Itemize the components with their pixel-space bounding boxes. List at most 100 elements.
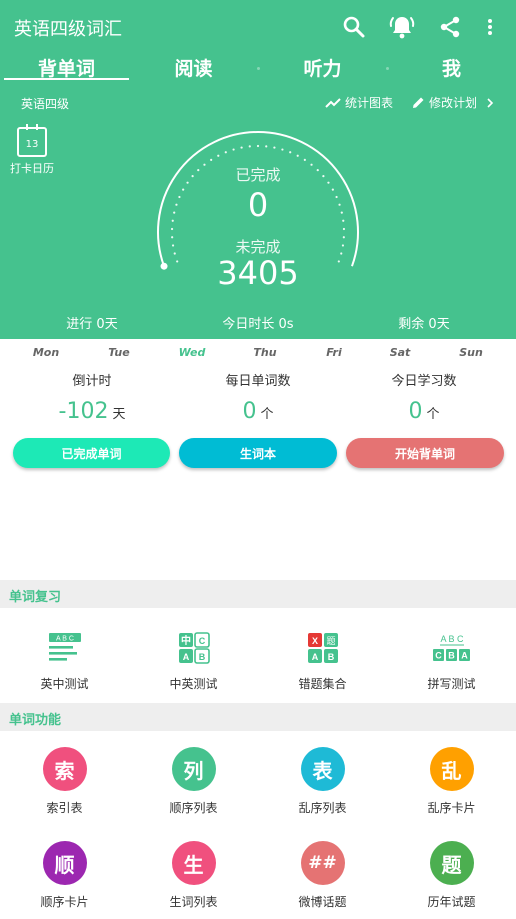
gauge-tick	[303, 158, 306, 161]
calendar-icon: 13	[17, 124, 47, 157]
gauge-tick	[281, 148, 284, 151]
tile-char: X	[311, 636, 317, 646]
review-mistakes[interactable]: X 题 A B 错题集合	[258, 631, 387, 692]
tab-separator	[386, 67, 389, 70]
level-label: 英语四级	[21, 97, 70, 111]
gauge-tick	[232, 148, 235, 151]
stats-chart-link[interactable]: 统计图表	[325, 94, 393, 111]
tile-char: B	[327, 652, 334, 662]
func-sequential-list[interactable]: 列 顺序列表	[129, 747, 258, 816]
start-learning-button[interactable]: 开始背单词	[346, 438, 504, 468]
review-label: 英中测试	[40, 677, 89, 691]
func-label: 乱序列表	[298, 801, 347, 815]
func-random-list[interactable]: 表 乱序列表	[258, 747, 387, 816]
tile-char: A	[461, 651, 468, 661]
tile-char: 中	[181, 634, 191, 647]
trend-chart-icon	[325, 97, 341, 108]
metric-unit: 天	[112, 407, 126, 422]
func-label: 生词列表	[169, 895, 218, 909]
tile-char: A	[182, 652, 189, 662]
gauge-tick	[217, 154, 220, 157]
todo-value: 3405	[217, 254, 299, 292]
metric-value: 0	[242, 399, 257, 424]
stat-remaining-days: 剩余 0天	[398, 317, 450, 332]
day-tue: Tue	[108, 346, 130, 359]
day-sat: Sat	[389, 346, 411, 359]
func-label: 乱序卡片	[427, 801, 476, 815]
metric-value-wrap: -102 天	[6, 399, 178, 424]
mistake-grid-icon: X 题 A B	[258, 631, 387, 665]
review-spelling[interactable]: A B C C B A 拼写测试	[387, 631, 516, 692]
func-label: 历年试题	[427, 895, 476, 909]
completed-words-button[interactable]: 已完成单词	[13, 438, 170, 468]
func-label: 顺序列表	[169, 801, 218, 815]
tile-text: A B C	[440, 634, 464, 644]
done-label: 已完成	[235, 166, 281, 184]
func-weibo-topic[interactable]: ## 微博话题	[258, 841, 387, 910]
review-label: 错题集合	[298, 677, 347, 691]
list-circle-icon: 列	[171, 747, 216, 791]
func-random-cards[interactable]: 乱 乱序卡片	[387, 747, 516, 816]
review-label: 中英测试	[169, 677, 218, 691]
exam-circle-icon: 题	[429, 841, 474, 885]
tab-indicator	[4, 78, 129, 80]
sub-header: 英语四级 统计图表 修改计划	[0, 92, 516, 112]
tab-separator	[257, 67, 260, 70]
stat-today-duration: 今日时长 0s	[222, 317, 294, 332]
gauge-tick	[256, 144, 260, 148]
tile-char: B	[198, 652, 205, 662]
metric-value: -102	[58, 399, 109, 424]
day-thu: Thu	[253, 346, 277, 359]
metric-label: 每日单词数	[225, 374, 291, 389]
share-icon[interactable]	[435, 12, 465, 42]
calendar-day: 13	[25, 138, 39, 150]
gauge-tick	[170, 227, 174, 231]
tile-text: A B C	[56, 636, 74, 643]
alarm-bell-icon[interactable]	[387, 12, 417, 42]
metric-value: 0	[408, 399, 423, 424]
hashtag-circle-icon: ##	[300, 841, 345, 885]
done-value: 0	[247, 186, 269, 224]
vocab-book-button[interactable]: 生词本	[179, 438, 337, 468]
more-vertical-icon[interactable]	[475, 12, 505, 42]
func-new-words-list[interactable]: 生 生词列表	[129, 841, 258, 910]
tile-char: A	[311, 652, 318, 662]
gauge-tick	[342, 227, 346, 231]
review-cn-en-test[interactable]: 中 C A B 中英测试	[129, 631, 258, 692]
tab-reading[interactable]: 阅读	[129, 54, 258, 81]
edit-plan-link[interactable]: 修改计划	[411, 94, 495, 111]
review-label: 拼写测试	[427, 677, 476, 691]
tab-listening[interactable]: 听力	[258, 54, 387, 81]
stats-row: 进行 0天 今日时长 0s 剩余 0天	[0, 313, 516, 333]
chevron-right-icon	[487, 97, 494, 108]
hero-panel: 英语四级词汇 背单词 阅读 听力 我 英语四级 统计图表 修改计划 13 打卡日…	[0, 0, 516, 339]
table-circle-icon: 表	[300, 747, 345, 791]
tab-me[interactable]: 我	[387, 54, 516, 81]
gauge-tick	[224, 151, 227, 154]
app-bar: 英语四级词汇	[0, 0, 516, 56]
cn-abc-grid-icon: 中 C A B	[129, 631, 258, 665]
spelling-abc-icon: A B C C B A	[387, 631, 516, 665]
functions-section-title: 单词功能	[0, 703, 516, 731]
new-word-circle-icon: 生	[171, 841, 216, 885]
metric-today-learned: 今日学习数 0个	[338, 370, 510, 424]
func-index-table[interactable]: 索 索引表	[0, 747, 129, 816]
index-circle-icon: 索	[42, 747, 87, 791]
review-section-title: 单词复习	[0, 580, 516, 608]
gauge-tick	[296, 154, 299, 157]
tile-char: 题	[326, 636, 335, 646]
search-icon[interactable]	[339, 12, 369, 42]
metric-countdown: 倒计时 -102 天	[6, 370, 178, 424]
func-past-exams[interactable]: 题 历年试题	[387, 841, 516, 910]
tab-words[interactable]: 背单词	[2, 54, 131, 81]
gauge-tick	[210, 158, 213, 161]
checkin-calendar-button[interactable]: 13 打卡日历	[10, 124, 54, 176]
review-en-cn-test[interactable]: A B C 英中测试	[0, 631, 129, 692]
gauge-tick	[240, 146, 243, 149]
pencil-icon	[413, 97, 424, 108]
day-wed: Wed	[178, 346, 206, 359]
shuffle-circle-icon: 乱	[429, 747, 474, 791]
metric-value-wrap: 0个	[172, 399, 344, 424]
func-sequential-cards[interactable]: 顺 顺序卡片	[0, 841, 129, 910]
calendar-label: 打卡日历	[10, 162, 54, 175]
